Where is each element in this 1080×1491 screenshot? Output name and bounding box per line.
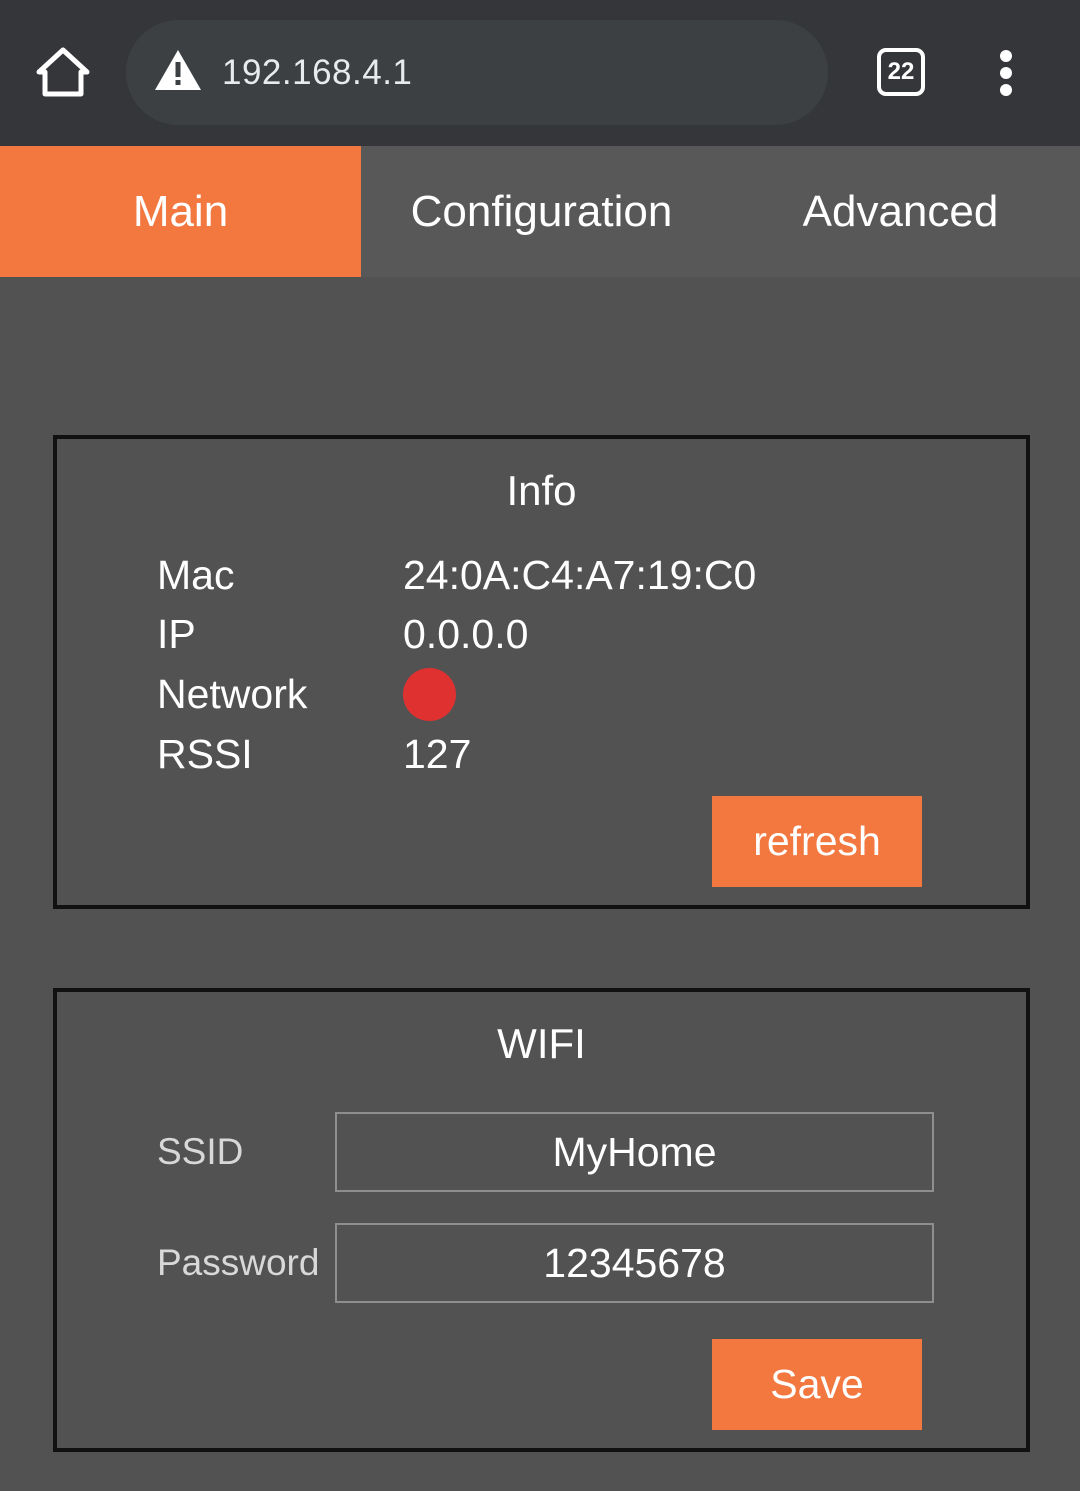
browser-toolbar: 192.168.4.1 22 (0, 0, 1080, 146)
network-status-indicator (403, 668, 456, 721)
refresh-button[interactable]: refresh (712, 796, 922, 887)
tab-advanced[interactable]: Advanced (720, 146, 1080, 277)
rssi-label: RSSI (157, 731, 253, 777)
wifi-panel: WIFI SSID Password Save (53, 988, 1030, 1452)
info-title: Info (506, 467, 577, 514)
ip-label: IP (157, 611, 196, 657)
tabs-icon[interactable]: 22 (877, 48, 925, 96)
tab-main[interactable]: Main (0, 146, 361, 277)
mac-label: Mac (157, 552, 235, 598)
save-button[interactable]: Save (712, 1339, 922, 1430)
home-icon[interactable] (34, 44, 92, 102)
main-nav: Main Configuration Advanced (0, 146, 1080, 277)
password-input[interactable] (335, 1223, 934, 1303)
more-vert-icon[interactable] (990, 48, 1024, 98)
ssid-label: SSID (157, 1131, 244, 1172)
mac-value: 24:0A:C4:A7:19:C0 (403, 552, 757, 598)
wifi-title: WIFI (497, 1020, 586, 1067)
ip-value: 0.0.0.0 (403, 611, 529, 657)
warning-icon[interactable] (153, 48, 203, 92)
tab-configuration[interactable]: Configuration (361, 146, 722, 277)
info-panel: Info Mac 24:0A:C4:A7:19:C0 IP 0.0.0.0 Ne… (53, 435, 1030, 909)
network-label: Network (157, 671, 308, 717)
rssi-value: 127 (403, 731, 472, 777)
password-label: Password (157, 1242, 320, 1283)
url-text[interactable]: 192.168.4.1 (222, 50, 412, 96)
ssid-input[interactable] (335, 1112, 934, 1192)
address-bar[interactable]: 192.168.4.1 (126, 20, 828, 125)
